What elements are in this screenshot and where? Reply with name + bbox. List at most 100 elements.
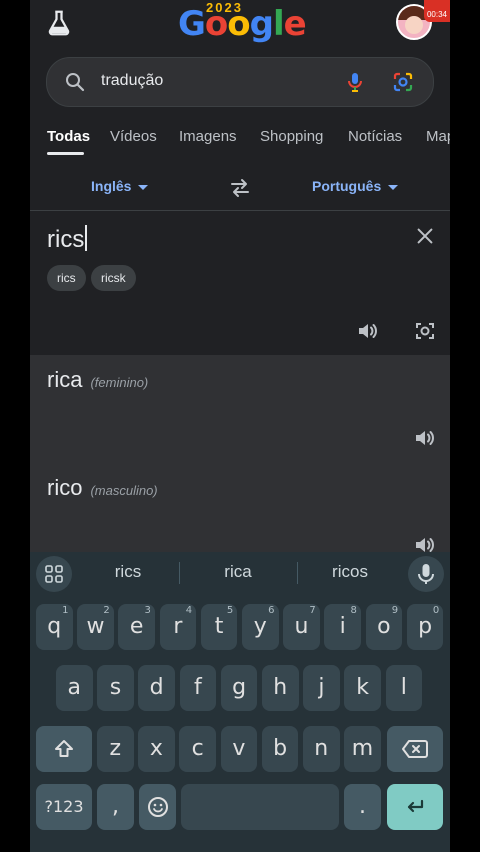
shift-arrow-icon (55, 740, 73, 757)
labs-flask-icon[interactable] (44, 8, 74, 38)
key-label: o (377, 614, 391, 639)
key-r[interactable]: r4 (159, 604, 197, 650)
key-number-hint: 1 (62, 605, 69, 616)
tab-maps[interactable]: Map (426, 128, 450, 145)
keyboard-menu-button[interactable] (36, 556, 72, 592)
translation-result-item[interactable]: rica (feminino) (47, 367, 148, 393)
key-l[interactable]: l (385, 665, 423, 711)
translation-results: rica (feminino) rico (masculino) (30, 355, 450, 555)
key-number-hint: 8 (350, 605, 357, 616)
chevron-down-icon (388, 184, 399, 190)
key-number-hint: 5 (226, 605, 234, 616)
source-input-area[interactable]: rics rics ricsk (30, 211, 450, 355)
suggestion-chip[interactable]: ricsk (91, 265, 136, 291)
swap-languages-icon[interactable] (228, 176, 252, 200)
result-gender: (masculino) (90, 483, 158, 498)
key-x[interactable]: x (138, 726, 175, 772)
key-b[interactable]: b (261, 726, 299, 772)
search-query[interactable]: tradução (101, 72, 163, 90)
target-language-label: Português (312, 178, 382, 194)
key-j[interactable]: j (303, 665, 340, 711)
backspace-icon (402, 740, 428, 758)
speaker-icon[interactable] (356, 319, 380, 343)
divider (179, 562, 180, 584)
key-s[interactable]: s (97, 665, 134, 711)
key-w[interactable]: w2 (77, 604, 114, 650)
text-cursor (85, 225, 88, 251)
tab-imagens[interactable]: Imagens (179, 128, 237, 145)
google-doodle-logo[interactable]: Google (178, 4, 307, 44)
key-i[interactable]: i8 (324, 604, 361, 650)
key-c[interactable]: c (179, 726, 216, 772)
key-h[interactable]: h (262, 665, 299, 711)
source-text: rics (47, 226, 85, 253)
emoji-icon (147, 797, 168, 817)
key-number-hint: 7 (309, 605, 316, 616)
key-p[interactable]: p0 (406, 604, 444, 650)
search-box[interactable]: tradução (46, 57, 434, 107)
keyboard-suggestion[interactable]: ricos (295, 562, 405, 582)
keyboard-suggestion-strip: rics rica ricos (30, 552, 450, 594)
recording-indicator: 00:34 (424, 0, 450, 22)
tab-videos[interactable]: Vídeos (110, 128, 157, 145)
keyboard-voice-button[interactable] (408, 556, 444, 592)
top-bar: 2023 Google 00:34 (30, 0, 450, 52)
enter-key[interactable] (387, 784, 443, 830)
close-icon[interactable] (414, 225, 436, 247)
chevron-down-icon (138, 184, 149, 190)
key-g[interactable]: g (220, 665, 258, 711)
key-z[interactable]: z (97, 726, 134, 772)
key-number-hint: 9 (391, 605, 399, 616)
key-q[interactable]: q1 (36, 604, 73, 650)
key-k[interactable]: k (344, 665, 381, 711)
search-icon (66, 73, 85, 92)
voice-search-mic-icon[interactable] (343, 70, 367, 94)
google-translate-screen: 2023 Google 00:34 tradução Todas Vídeos … (30, 0, 450, 852)
on-screen-keyboard: rics rica ricos q1w2e3r4t5y6u7i8o9p0 asd… (30, 552, 450, 852)
shift-key[interactable] (36, 726, 92, 772)
key-t[interactable]: t5 (200, 604, 238, 650)
speaker-icon[interactable] (413, 426, 437, 450)
target-language-button[interactable]: Português (312, 178, 399, 194)
key-m[interactable]: m (344, 726, 381, 772)
result-gender: (feminino) (90, 375, 149, 390)
key-label: y (253, 614, 267, 639)
key-d[interactable]: d (138, 665, 175, 711)
key-label: w (86, 614, 105, 639)
tab-noticias[interactable]: Notícias (348, 128, 402, 145)
key-e[interactable]: e3 (118, 604, 155, 650)
key-label: e (129, 614, 144, 639)
key-number-hint: 3 (144, 605, 151, 616)
key-o[interactable]: o9 (365, 604, 403, 650)
key-label: t (214, 614, 224, 639)
key-a[interactable]: a (56, 665, 93, 711)
key-u[interactable]: u7 (283, 604, 320, 650)
keyboard-suggestion[interactable]: rics (73, 562, 183, 582)
translation-result-item[interactable]: rico (masculino) (47, 475, 158, 501)
avatar-face (405, 16, 423, 34)
key-n[interactable]: n (303, 726, 340, 772)
key-f[interactable]: f (179, 665, 217, 711)
tab-shopping[interactable]: Shopping (260, 128, 323, 145)
keyboard-suggestion[interactable]: rica (183, 562, 293, 582)
spacebar-key[interactable] (181, 784, 339, 830)
key-number-hint: 0 (432, 605, 440, 616)
key-label: q (47, 614, 62, 639)
enter-arrow-icon (407, 799, 424, 813)
period-key[interactable]: . (344, 784, 381, 830)
camera-translate-icon[interactable] (413, 319, 437, 343)
active-tab-indicator (47, 152, 84, 155)
source-text-input[interactable]: rics (47, 225, 88, 254)
google-lens-icon[interactable] (391, 70, 415, 94)
key-label: p (418, 614, 433, 639)
tab-todas[interactable]: Todas (47, 128, 90, 145)
language-selector: Inglês Português (30, 164, 450, 210)
emoji-key[interactable] (139, 784, 176, 830)
key-y[interactable]: y6 (242, 604, 279, 650)
backspace-key[interactable] (387, 726, 443, 772)
source-language-button[interactable]: Inglês (91, 178, 149, 194)
symbols-key[interactable]: ?123 (36, 784, 92, 830)
suggestion-chip[interactable]: rics (47, 265, 86, 291)
key-v[interactable]: v (220, 726, 258, 772)
comma-key[interactable]: , (97, 784, 134, 830)
